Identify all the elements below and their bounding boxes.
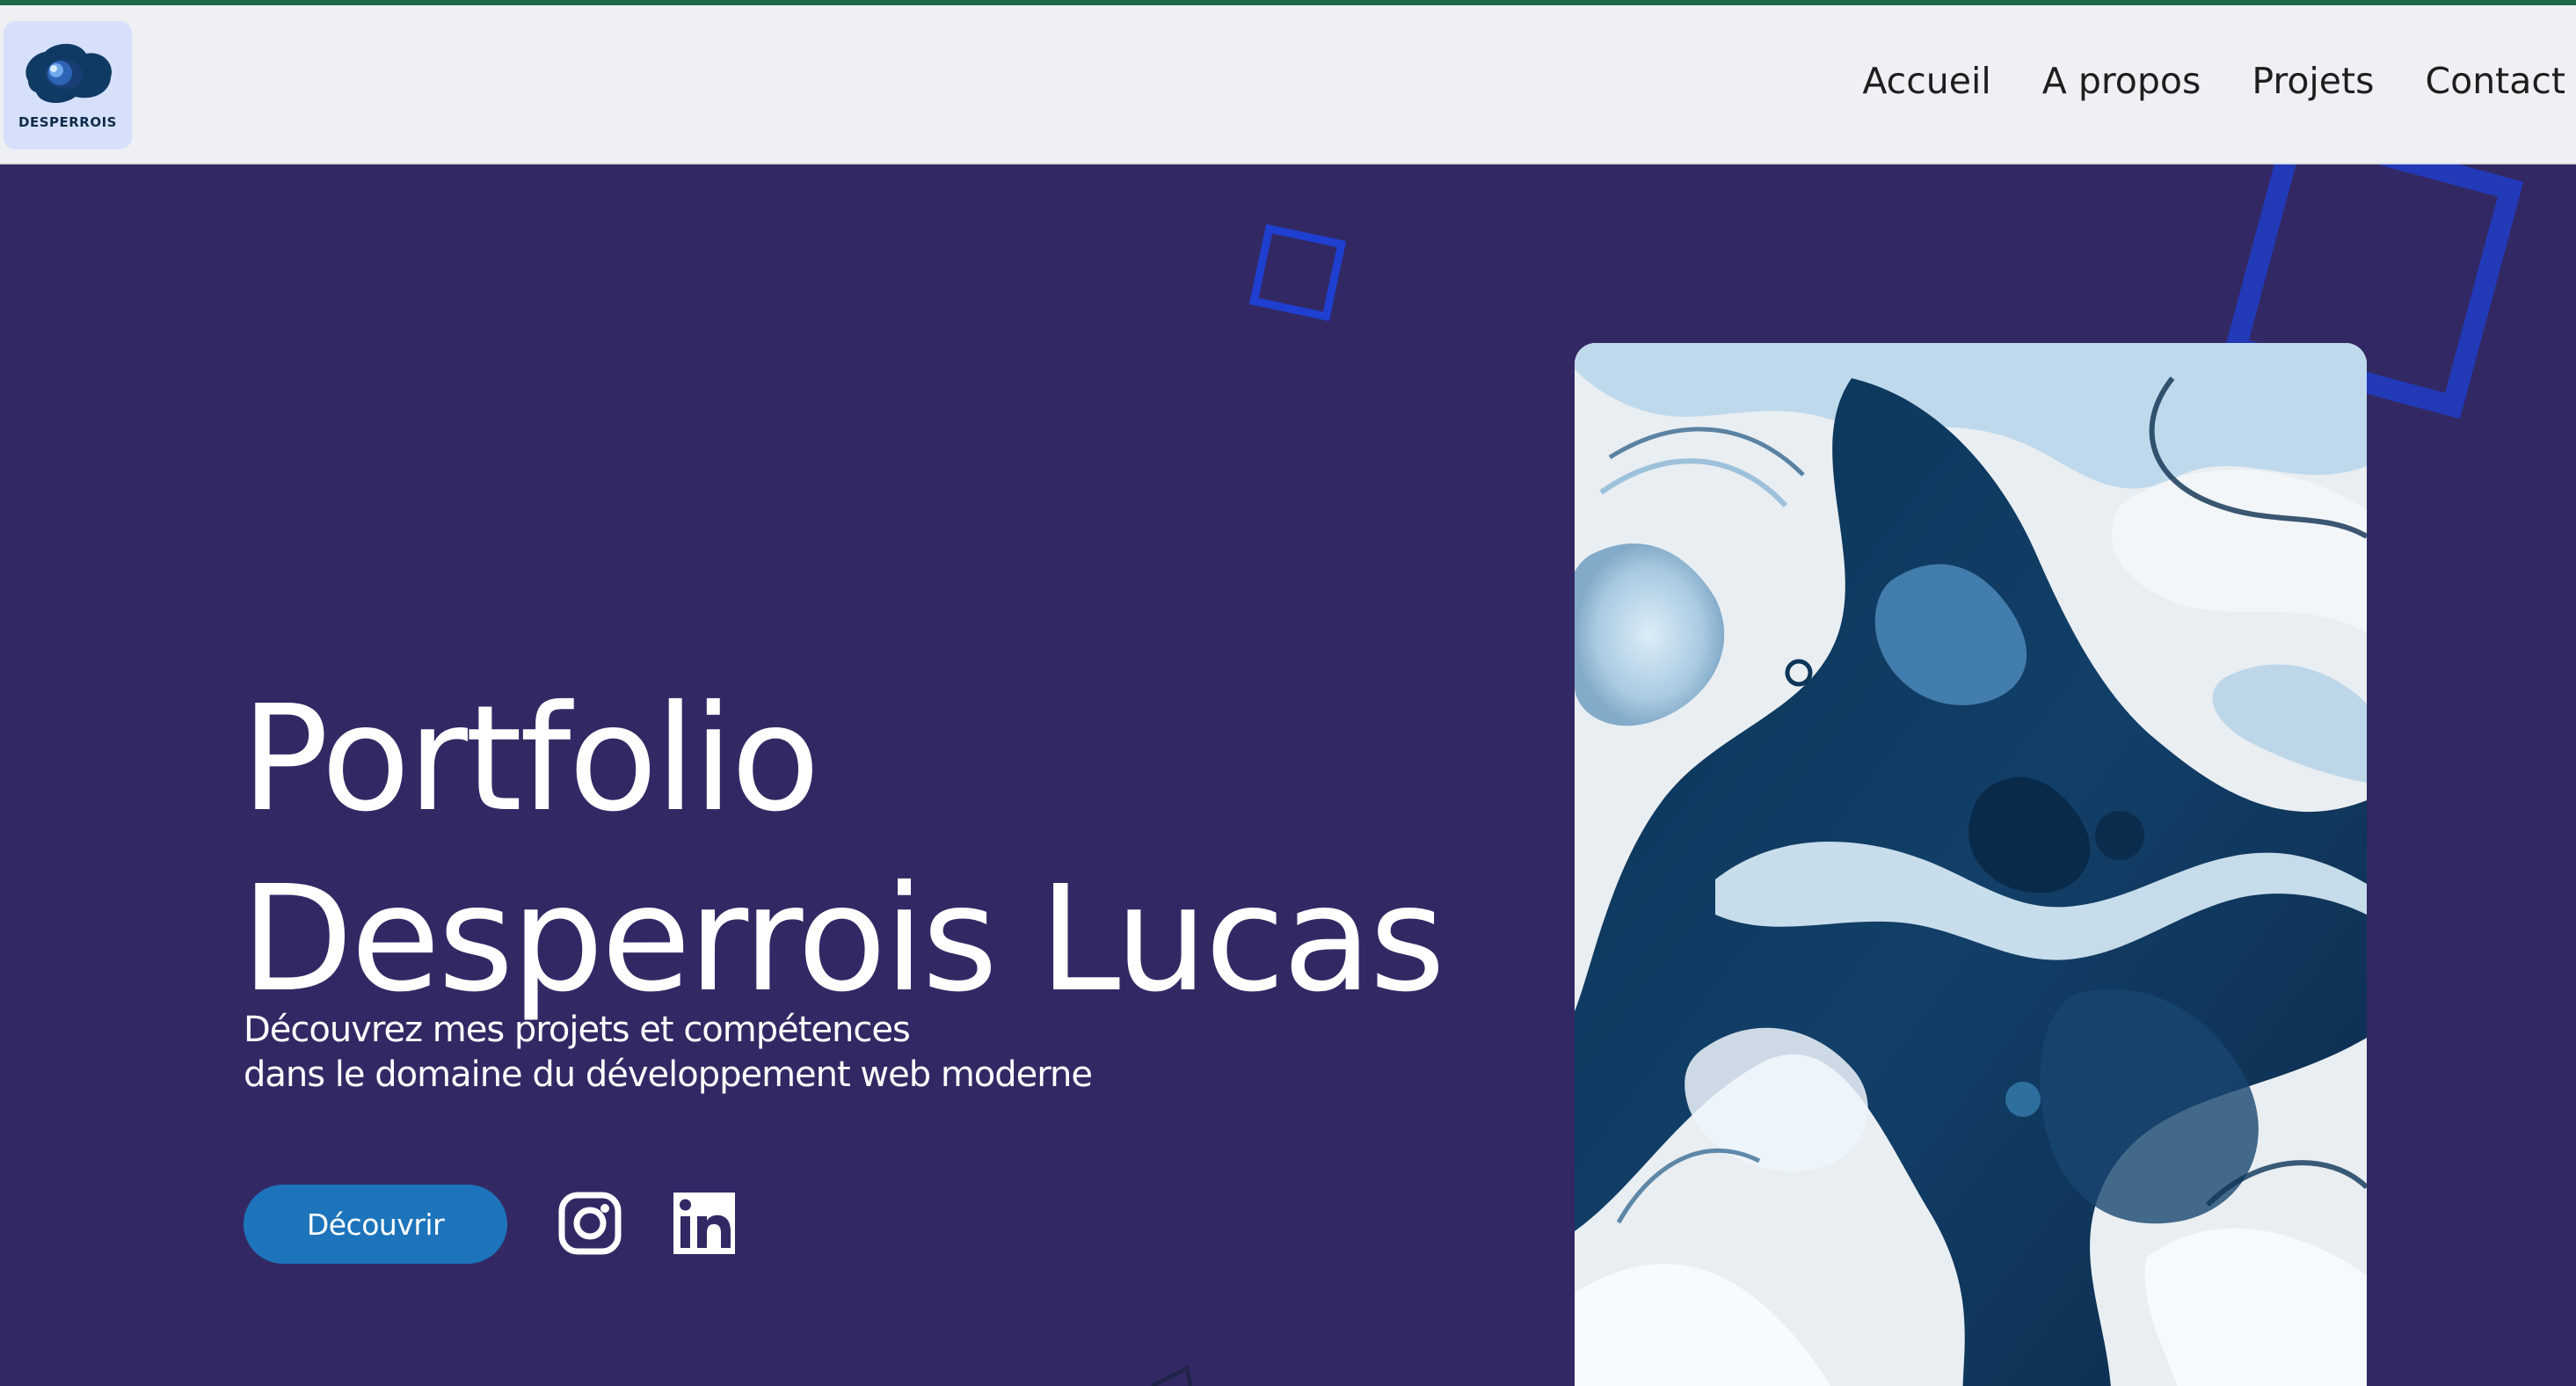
instagram-icon[interactable] — [557, 1191, 622, 1256]
hero-subtitle-line-2: dans le domaine du développement web mod… — [244, 1054, 1093, 1095]
marble-artwork — [1575, 343, 2367, 1386]
hero-subtitle-line-1: Découvrez mes projets et compétences — [244, 1010, 911, 1050]
hero-subtitle: Découvrez mes projets et compétences dan… — [244, 1008, 1386, 1098]
nav-projets[interactable]: Projets — [2252, 60, 2374, 102]
nav-contact[interactable]: Contact — [2425, 60, 2565, 102]
discover-button[interactable]: Découvrir — [244, 1185, 507, 1264]
linkedin-icon[interactable] — [672, 1191, 737, 1256]
page: DESPERROIS Accueil A propos Projets Cont… — [0, 0, 2576, 1386]
nav-accueil[interactable]: Accueil — [1862, 60, 1990, 102]
nav-a-propos[interactable]: A propos — [2042, 60, 2201, 102]
main-navigation: Accueil A propos Projets Contact — [1862, 60, 2565, 102]
top-accent-line — [0, 0, 2576, 5]
hero-title: Portfolio Desperrois Lucas — [241, 669, 1472, 1030]
hero-title-line-1: Portfolio — [241, 675, 820, 845]
site-header: DESPERROIS Accueil A propos Projets Cont… — [0, 5, 2576, 164]
logo[interactable]: DESPERROIS — [4, 21, 132, 150]
bottom-square-decoration — [1150, 1365, 1193, 1386]
marble-abstract-image — [1575, 343, 2367, 1386]
small-square-decoration — [1248, 223, 1347, 322]
blob-logo-icon — [25, 43, 112, 104]
logo-text: DESPERROIS — [18, 114, 117, 130]
hero-title-line-2: Desperrois Lucas — [241, 855, 1445, 1025]
